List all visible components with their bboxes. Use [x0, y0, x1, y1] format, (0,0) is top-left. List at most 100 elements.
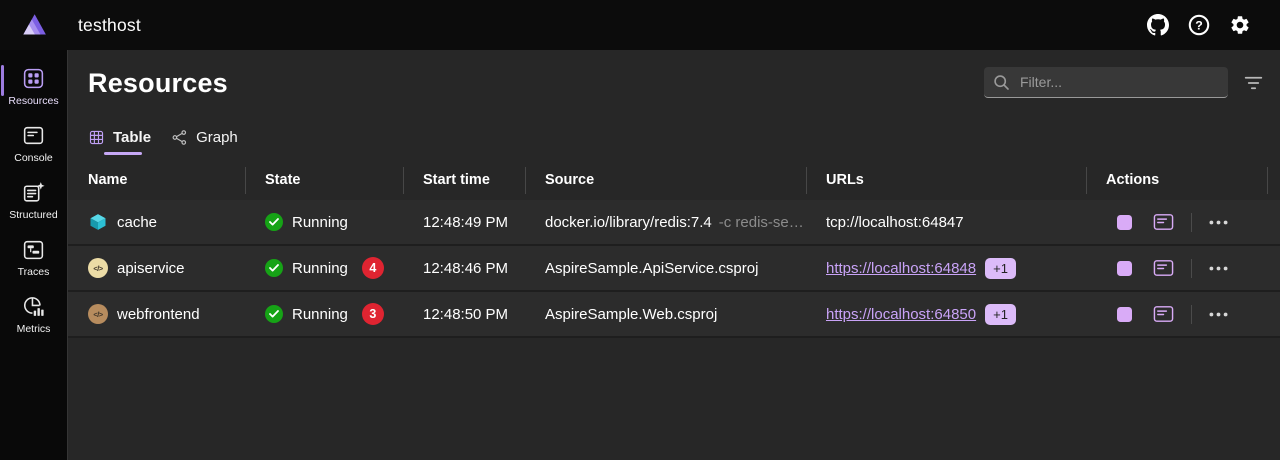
console-logs-button[interactable] [1149, 255, 1178, 281]
running-status-icon [265, 305, 283, 323]
container-icon [88, 212, 108, 232]
start-time: 12:48:49 PM [423, 214, 508, 231]
tab-graph[interactable]: Graph [171, 126, 242, 155]
url-more-badge[interactable]: +1 [985, 258, 1016, 279]
sidebar-item-label: Structured [9, 209, 57, 221]
stop-resource-button[interactable] [1113, 257, 1136, 280]
table-row[interactable]: apiservice Running 4 12:48:46 PM AspireS… [68, 246, 1280, 292]
actions-divider [1191, 213, 1192, 232]
ellipsis-icon [1209, 312, 1228, 317]
actions-divider [1191, 259, 1192, 278]
structured-logs-icon [21, 180, 46, 205]
column-header-source[interactable]: Source [526, 159, 807, 200]
stop-resource-button[interactable] [1113, 211, 1136, 234]
endpoint-link[interactable]: https://localhost:64850 [826, 306, 976, 323]
page-header: Resources [68, 50, 1280, 102]
app-title: testhost [78, 15, 141, 36]
resource-name: apiservice [117, 260, 185, 277]
console-logs-icon [1153, 305, 1174, 323]
table-view-icon [88, 129, 105, 146]
state-label: Running [292, 260, 348, 277]
help-button[interactable]: ? [1185, 11, 1213, 39]
sidebar-item-metrics[interactable]: Metrics [0, 286, 67, 341]
console-logs-button[interactable] [1149, 209, 1178, 235]
sidebar-item-traces[interactable]: Traces [0, 229, 67, 284]
resource-name: cache [117, 214, 157, 231]
column-header-actions[interactable]: Actions [1087, 159, 1280, 200]
view-tabs: Table Graph [88, 126, 1280, 155]
sidebar-item-label: Traces [18, 266, 50, 278]
state-label: Running [292, 306, 348, 323]
aspire-logo-icon [20, 12, 47, 39]
graph-view-icon [171, 129, 188, 146]
github-icon [1147, 14, 1169, 36]
sidebar-item-label: Resources [8, 95, 58, 107]
sidebar-item-structured[interactable]: Structured [0, 172, 67, 227]
filter-lines-icon [1243, 75, 1264, 91]
running-status-icon [265, 259, 283, 277]
resources-grid-icon [21, 66, 46, 91]
tab-label: Table [113, 129, 151, 146]
page-title: Resources [88, 64, 228, 102]
stop-icon [1117, 307, 1132, 322]
filter-box [984, 67, 1228, 98]
more-actions-button[interactable] [1205, 308, 1232, 321]
help-icon: ? [1188, 14, 1210, 36]
stop-icon [1117, 261, 1132, 276]
column-header-state[interactable]: State [246, 159, 404, 200]
error-count-badge[interactable]: 4 [362, 257, 384, 279]
actions-divider [1191, 305, 1192, 324]
table-row[interactable]: webfrontend Running 3 12:48:50 PM Aspire… [68, 292, 1280, 338]
filter-input[interactable] [1018, 73, 1219, 91]
sidebar-item-label: Metrics [17, 323, 51, 335]
traces-icon [21, 237, 46, 262]
sidebar: Resources Console Structured [0, 50, 68, 460]
search-icon [993, 74, 1010, 91]
topbar: testhost ? [0, 0, 1280, 50]
sidebar-item-console[interactable]: Console [0, 115, 67, 170]
settings-button[interactable] [1226, 11, 1254, 39]
source-value: docker.io/library/redis:7.4 [545, 214, 712, 231]
sidebar-item-resources[interactable]: Resources [0, 58, 67, 113]
tab-label: Graph [196, 129, 238, 146]
resources-table: Name State Start time Source URLs Action… [68, 159, 1280, 338]
console-logs-button[interactable] [1149, 301, 1178, 327]
start-time: 12:48:50 PM [423, 306, 508, 323]
stop-icon [1117, 215, 1132, 230]
console-logs-icon [1153, 213, 1174, 231]
svg-text:?: ? [1195, 18, 1203, 32]
console-icon [21, 123, 46, 148]
project-icon [88, 258, 108, 278]
resource-name: webfrontend [117, 306, 200, 323]
error-count-badge[interactable]: 3 [362, 303, 384, 325]
project-icon [88, 304, 108, 324]
source-value: AspireSample.ApiService.csproj [545, 260, 758, 277]
column-header-urls[interactable]: URLs [807, 159, 1087, 200]
github-button[interactable] [1144, 11, 1172, 39]
state-label: Running [292, 214, 348, 231]
ellipsis-icon [1209, 266, 1228, 271]
url-value: tcp://localhost:64847 [826, 214, 964, 231]
source-args: -c redis-serv... [719, 214, 807, 231]
stop-resource-button[interactable] [1113, 303, 1136, 326]
column-header-start-time[interactable]: Start time [404, 159, 526, 200]
more-actions-button[interactable] [1205, 216, 1232, 229]
console-logs-icon [1153, 259, 1174, 277]
endpoint-link[interactable]: https://localhost:64848 [826, 260, 976, 277]
url-more-badge[interactable]: +1 [985, 304, 1016, 325]
tab-table[interactable]: Table [88, 126, 155, 155]
source-value: AspireSample.Web.csproj [545, 306, 717, 323]
running-status-icon [265, 213, 283, 231]
table-row[interactable]: cache Running 12:48:49 PM docker.io/libr… [68, 200, 1280, 246]
table-header: Name State Start time Source URLs Action… [68, 159, 1280, 200]
more-actions-button[interactable] [1205, 262, 1232, 275]
main-content: Resources [68, 50, 1280, 460]
filter-options-button[interactable] [1238, 69, 1268, 96]
sidebar-item-label: Console [14, 152, 53, 164]
gear-icon [1229, 14, 1251, 36]
start-time: 12:48:46 PM [423, 260, 508, 277]
column-header-name[interactable]: Name [68, 159, 246, 200]
ellipsis-icon [1209, 220, 1228, 225]
metrics-icon [21, 294, 46, 319]
topbar-actions: ? [1144, 11, 1280, 39]
